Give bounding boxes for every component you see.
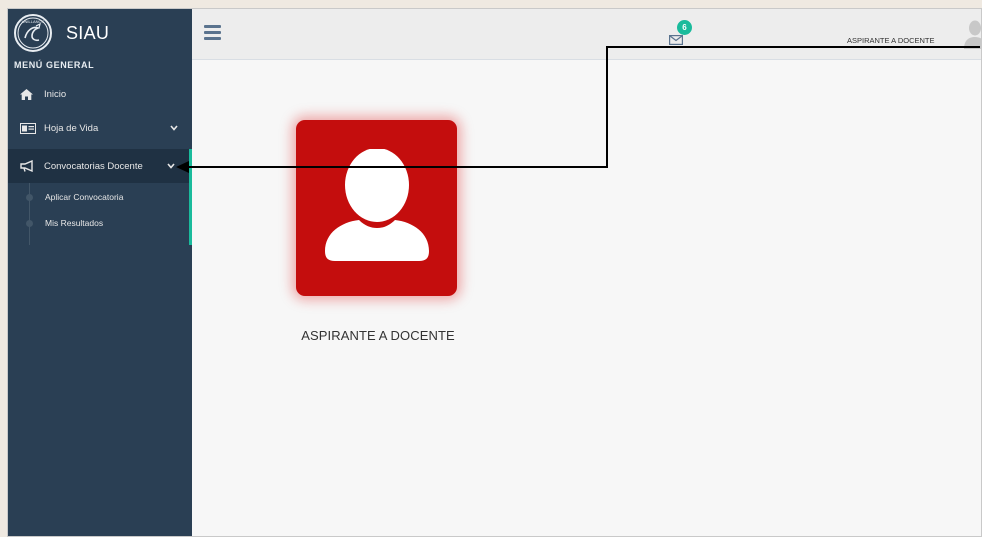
bullet-dot-icon xyxy=(26,194,33,201)
app-window: UNILLANOS SIAU MENÚ GENERAL Inicio Hoja … xyxy=(7,8,982,537)
envelope-icon xyxy=(669,35,683,45)
sidebar-item-label: Convocatorias Docente xyxy=(44,160,143,172)
university-logo-icon: UNILLANOS xyxy=(14,14,52,52)
brand[interactable]: UNILLANOS SIAU xyxy=(8,9,192,57)
sidebar: UNILLANOS SIAU MENÚ GENERAL Inicio Hoja … xyxy=(8,9,192,536)
menu-section-title: MENÚ GENERAL xyxy=(14,60,95,70)
user-name-link[interactable]: ASPIRANTE A DOCENTE xyxy=(847,36,935,45)
home-icon xyxy=(20,87,38,101)
bullhorn-icon xyxy=(20,159,38,173)
submenu-item-mis-resultados[interactable]: Mis Resultados xyxy=(8,212,189,234)
role-card-label: ASPIRANTE A DOCENTE xyxy=(301,328,455,343)
chevron-down-icon xyxy=(170,123,178,134)
brand-title: SIAU xyxy=(66,22,110,43)
submenu-item-aplicar-convocatoria[interactable]: Aplicar Convocatoria xyxy=(8,186,189,208)
submenu-item-label: Aplicar Convocatoria xyxy=(45,192,124,202)
chevron-down-icon xyxy=(167,161,175,172)
notification-badge: 6 xyxy=(677,20,692,35)
menu-toggle-icon[interactable] xyxy=(204,25,221,40)
bullet-dot-icon xyxy=(26,220,33,227)
id-card-icon xyxy=(20,121,38,135)
svg-text:UNILLANOS: UNILLANOS xyxy=(22,19,45,24)
submenu-item-label: Mis Resultados xyxy=(45,218,104,228)
sidebar-item-label: Inicio xyxy=(44,88,67,100)
notifications-button[interactable]: 6 xyxy=(669,20,695,49)
sidebar-item-hoja-de-vida[interactable]: Hoja de Vida xyxy=(8,113,192,143)
user-avatar-icon[interactable] xyxy=(962,19,981,49)
user-silhouette-icon xyxy=(324,149,429,261)
top-navbar: 6 ASPIRANTE A DOCENTE xyxy=(192,9,981,60)
sidebar-item-inicio[interactable]: Inicio xyxy=(8,79,192,109)
role-card-aspirante[interactable] xyxy=(296,120,457,296)
sidebar-item-label: Hoja de Vida xyxy=(44,122,99,134)
convocatorias-submenu: Aplicar Convocatoria Mis Resultados xyxy=(8,183,192,245)
sidebar-item-convocatorias-docente[interactable]: Convocatorias Docente xyxy=(8,149,192,183)
